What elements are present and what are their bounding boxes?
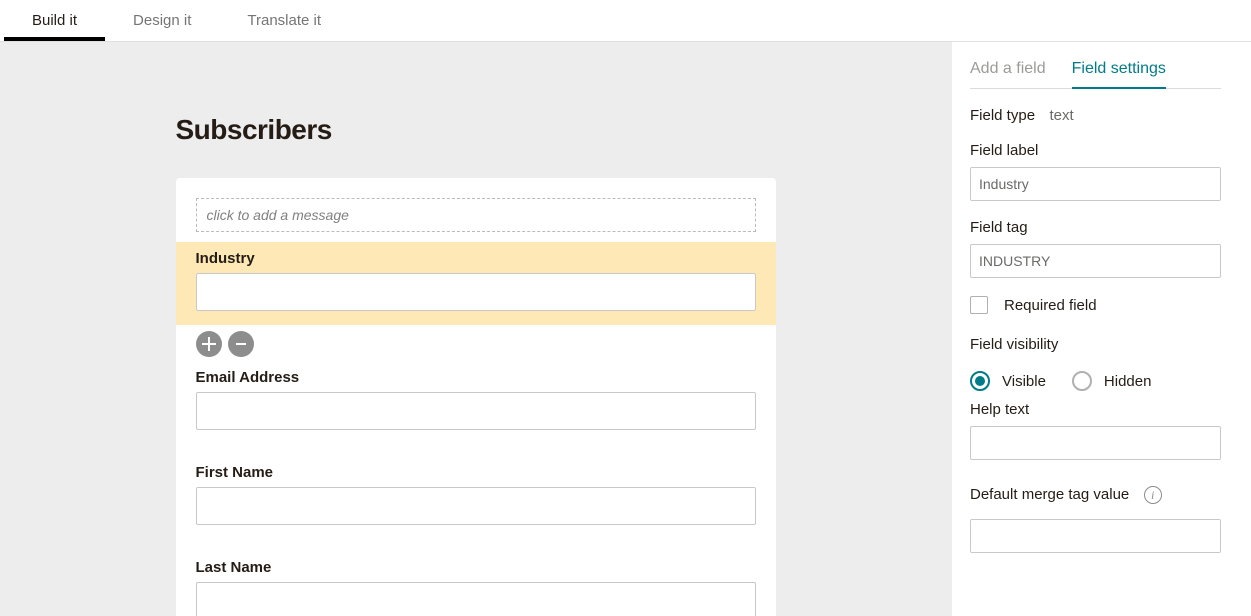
field-visibility-row: Field visibility Visible Hidden: [970, 336, 1221, 391]
plus-icon: [202, 337, 216, 351]
form-builder-canvas: Subscribers click to add a message Indus…: [0, 42, 951, 616]
required-field-label: Required field: [1004, 297, 1097, 314]
add-field-button[interactable]: [196, 331, 222, 357]
form-field-input-email[interactable]: [196, 392, 756, 430]
form-field-label: Industry: [196, 250, 756, 267]
tab-build-it[interactable]: Build it: [4, 1, 105, 40]
sidebar-tab-add-field[interactable]: Add a field: [970, 60, 1046, 88]
field-label-row: Field label: [970, 142, 1221, 201]
form-field-last-name[interactable]: Last Name: [176, 539, 776, 616]
form-field-input-last-name[interactable]: [196, 582, 756, 616]
add-message-slot[interactable]: click to add a message: [196, 198, 756, 232]
form-field-label: Email Address: [196, 369, 756, 386]
top-tabs: Build it Design it Translate it: [0, 0, 1251, 42]
field-type-value: text: [1050, 107, 1074, 124]
visibility-hidden-radio[interactable]: [1072, 371, 1092, 391]
field-type-label: Field type: [970, 107, 1035, 124]
field-label-input[interactable]: [970, 167, 1221, 201]
field-visibility-heading: Field visibility: [970, 336, 1058, 353]
visibility-visible-label: Visible: [1002, 373, 1046, 390]
field-tag-input[interactable]: [970, 244, 1221, 278]
required-field-checkbox[interactable]: [970, 296, 988, 314]
field-tag-heading: Field tag: [970, 219, 1028, 236]
form-field-input-industry[interactable]: [196, 273, 756, 311]
field-type-row: Field type text: [970, 107, 1221, 132]
info-icon[interactable]: i: [1144, 486, 1162, 504]
field-label-heading: Field label: [970, 142, 1038, 159]
help-text-heading: Help text: [970, 401, 1029, 418]
visibility-hidden-label: Hidden: [1104, 373, 1152, 390]
minus-icon: [234, 337, 248, 351]
form-card: click to add a message Industry Email Ad…: [176, 178, 776, 616]
sidebar-tabs: Add a field Field settings: [970, 60, 1221, 89]
help-text-row: Help text: [970, 401, 1221, 460]
field-row-controls: [176, 325, 776, 357]
default-merge-input[interactable]: [970, 519, 1221, 553]
help-text-input[interactable]: [970, 426, 1221, 460]
form-field-email[interactable]: Email Address: [176, 357, 776, 444]
form-title: Subscribers: [176, 114, 776, 146]
remove-field-button[interactable]: [228, 331, 254, 357]
form-field-label: Last Name: [196, 559, 756, 576]
tab-design-it[interactable]: Design it: [105, 1, 219, 40]
default-merge-heading: Default merge tag value: [970, 486, 1129, 503]
form-field-input-first-name[interactable]: [196, 487, 756, 525]
sidebar-tab-field-settings[interactable]: Field settings: [1072, 60, 1166, 88]
required-field-row[interactable]: Required field: [970, 296, 1221, 314]
form-field-first-name[interactable]: First Name: [176, 444, 776, 539]
workspace: Subscribers click to add a message Indus…: [0, 42, 1251, 616]
visibility-visible-radio[interactable]: [970, 371, 990, 391]
properties-sidebar: Add a field Field settings Field type te…: [951, 42, 1251, 616]
form-field-industry[interactable]: Industry: [176, 242, 776, 325]
form-field-label: First Name: [196, 464, 756, 481]
tab-translate-it[interactable]: Translate it: [219, 1, 349, 40]
field-tag-row: Field tag: [970, 219, 1221, 278]
default-merge-row: Default merge tag value i: [970, 486, 1221, 553]
